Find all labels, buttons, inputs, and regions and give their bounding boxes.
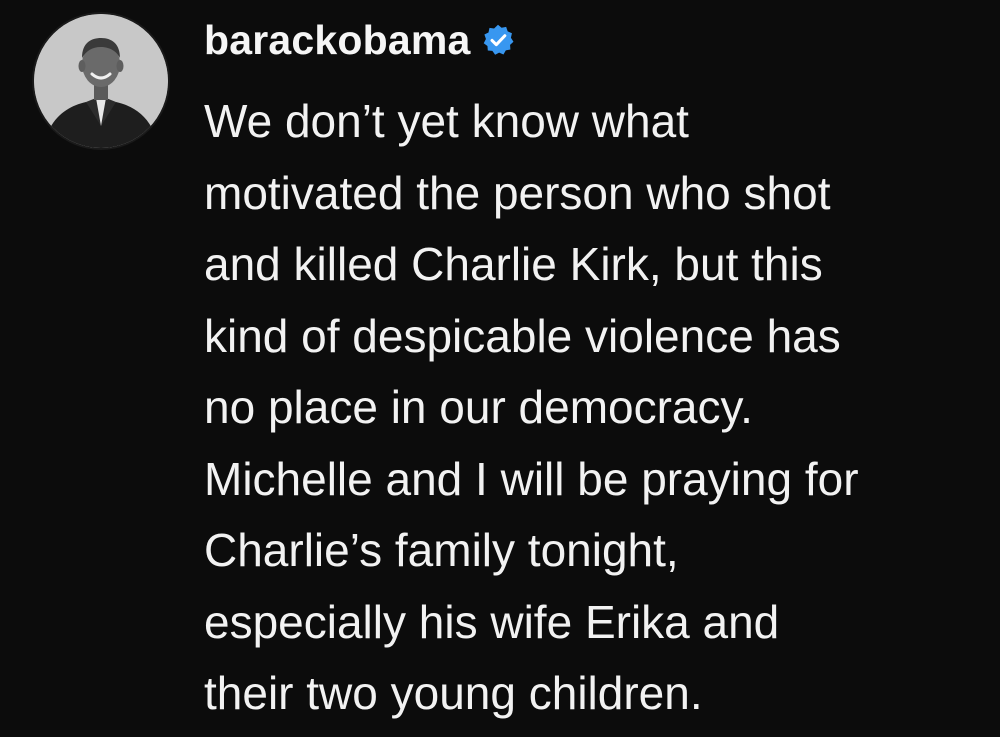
caption-line: kind of despicable violence has [204,309,841,362]
caption-line: and killed Charlie Kirk, but this [204,238,823,290]
post-caption-card: barackobama We don’t yet know what motiv… [0,0,1000,737]
verified-badge-icon [483,24,514,55]
profile-photo-icon [34,14,168,148]
verified-badge-shape [483,24,514,55]
caption-line: Charlie’s family tonight, [204,524,679,576]
post-header: barackobama [204,12,515,68]
caption-line: motivated the person who shot [204,166,831,219]
caption-line: especially his wife Erika and [204,595,780,648]
avatar[interactable] [34,14,168,148]
caption-line: their two young children. [204,667,703,719]
caption-line: We don’t yet know what [204,95,689,147]
caption-line: no place in our democracy. [204,381,753,433]
caption-line: Michelle and I will be praying for [204,452,859,505]
post-caption: We don’t yet know what motivated the per… [204,86,984,730]
username-link[interactable]: barackobama [204,19,471,61]
